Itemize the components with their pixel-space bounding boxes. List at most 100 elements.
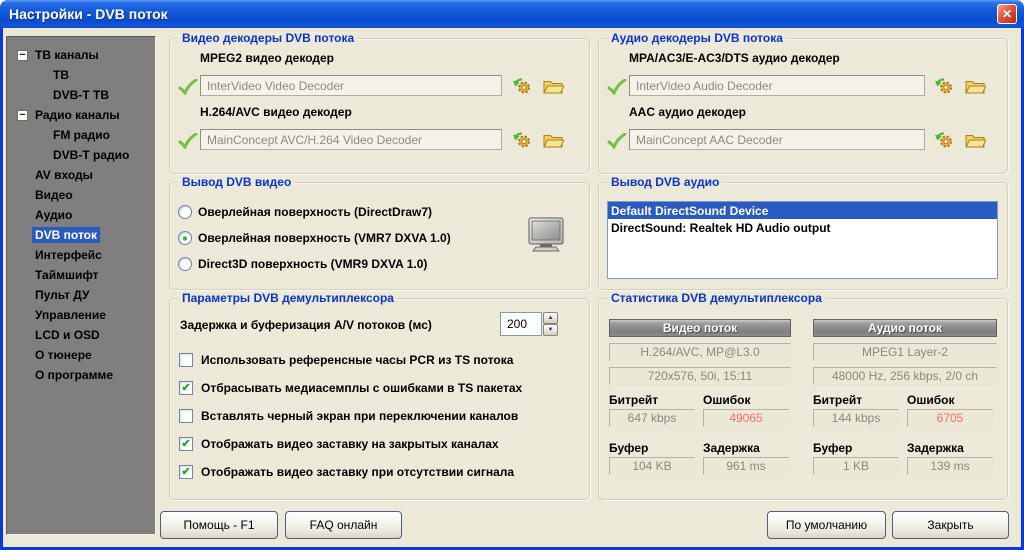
checkbox-icon [179,409,193,423]
select-decoder-gears-icon[interactable] [933,75,954,95]
audio-output-group: Вывод DVB аудио Default DirectSound Devi… [598,182,1008,290]
decoder-ok-icon [607,79,627,95]
sidebar-item-dvbt-radio[interactable]: DVB-T радио [7,145,155,165]
sidebar-item-audio[interactable]: Аудио [7,205,155,225]
titlebar[interactable]: Настройки - DVB поток ✕ [0,0,1024,28]
sidebar-item-interface[interactable]: Интерфейс [7,245,155,265]
sidebar-item-tv[interactable]: ТВ [7,65,155,85]
sidebar-item-label: ТВ каналы [32,47,102,63]
video-delay-value: 961 ms [703,457,789,475]
monitor-icon [526,215,566,255]
video-bitrate-label: Битрейт [609,393,658,407]
checkbox-black-screen[interactable]: Вставлять черный экран при переключении … [179,409,518,423]
sidebar-item-video[interactable]: Видео [7,185,155,205]
sidebar-item-label: ТВ [50,67,72,83]
tree-collapse-icon[interactable]: − [17,110,28,121]
video-errors-label: Ошибок [703,393,750,407]
audio-device-listbox: Default DirectSound Device DirectSound: … [607,201,998,279]
radio-icon [178,257,192,271]
audio-errors-value: 6705 [907,409,993,427]
video-format-value: 720x576, 50i, 15:11 [609,367,791,385]
close-button[interactable]: Закрыть [892,511,1009,539]
sidebar-item-timeshift[interactable]: Таймшифт [7,265,155,285]
sidebar-item-label: Таймшифт [32,267,102,283]
group-title: Статистика DVB демультиплексора [607,291,826,305]
sidebar-item-about-tuner[interactable]: О тюнере [7,345,155,365]
browse-folder-icon[interactable] [543,131,564,151]
settings-window: Настройки - DVB поток ✕ −ТВ каналы ТВ DV… [0,0,1024,550]
sidebar-item-control[interactable]: Управление [7,305,155,325]
sidebar-item-label: Радио каналы [32,107,123,123]
h264-decoder-label: H.264/AVC видео декодер [200,105,352,119]
sidebar-item-label: Пульт ДУ [32,287,92,303]
aac-decoder-label: AAC аудио декодер [629,105,746,119]
mpeg2-decoder-label: MPEG2 видео декодер [200,51,334,65]
aac-decoder-field[interactable]: MainConcept AAC Decoder [629,129,925,150]
browse-folder-icon[interactable] [965,131,986,151]
help-button[interactable]: Помощь - F1 [160,511,278,539]
checkbox-icon-checked: ✔ [179,465,193,479]
video-decoders-group: Видео декодеры DVB потока MPEG2 видео де… [169,38,590,174]
sidebar-item-about-program[interactable]: О программе [7,365,155,385]
sidebar-item-label-selected: DVB поток [32,227,100,243]
select-decoder-gears-icon[interactable] [933,129,954,149]
checkbox-icon-checked: ✔ [179,437,193,451]
radio-vmr7-dxva[interactable]: ● Оверлейная поверхность (VMR7 DXVA 1.0) [178,231,451,245]
mpa-decoder-label: MPA/AC3/E-AC3/DTS аудио декодер [629,51,840,65]
video-codec-value: H.264/AVC, MP@L3.0 [609,343,791,361]
tree-collapse-icon[interactable]: − [17,50,28,61]
audio-delay-value: 139 ms [907,457,993,475]
settings-nav-tree: −ТВ каналы ТВ DVB-T ТВ −Радио каналы FM … [6,36,156,535]
sidebar-item-label: Управление [32,307,109,323]
browse-folder-icon[interactable] [965,77,986,97]
checkbox-drop-bad-samples[interactable]: ✔ Отбрасывать медиасемплы с ошибками в T… [179,381,522,395]
demux-stats-group: Статистика DVB демультиплексора Видео по… [598,298,1008,500]
sidebar-item-dvbt-tv[interactable]: DVB-T ТВ [7,85,155,105]
sidebar-item-label: Видео [32,187,76,203]
sidebar-item-tv-channels[interactable]: −ТВ каналы [7,45,155,65]
group-title: Видео декодеры DVB потока [178,31,358,45]
radio-icon-selected: ● [178,231,192,245]
mpa-decoder-field[interactable]: InterVideo Audio Decoder [629,75,925,96]
sidebar-item-remote[interactable]: Пульт ДУ [7,285,155,305]
sidebar-item-fm-radio[interactable]: FM радио [7,125,155,145]
decoder-ok-icon [178,79,198,95]
group-title: Параметры DVB демультиплексора [178,291,398,305]
sidebar-item-label: FM радио [50,127,113,143]
list-item-realtek-hd[interactable]: DirectSound: Realtek HD Audio output [608,219,997,236]
select-decoder-gears-icon[interactable] [511,75,532,95]
sidebar-item-lcd-osd[interactable]: LCD и OSD [7,325,155,345]
sidebar-item-label: DVB-T ТВ [50,87,112,103]
video-output-group: Вывод DVB видео Оверлейная поверхность (… [169,182,590,290]
audio-decoders-group: Аудио декодеры DVB потока MPA/AC3/E-AC3/… [598,38,1008,174]
checkbox-icon [179,353,193,367]
defaults-button[interactable]: По умолчанию [767,511,886,539]
delay-input[interactable]: 200 [500,312,542,336]
close-icon[interactable]: ✕ [997,4,1017,24]
mpeg2-decoder-field[interactable]: InterVideo Video Decoder [200,75,502,96]
audio-codec-value: MPEG1 Layer-2 [813,343,997,361]
sidebar-item-dvb-stream[interactable]: DVB поток [7,225,155,245]
faq-online-button[interactable]: FAQ онлайн [285,511,402,539]
sidebar-item-label: DVB-T радио [50,147,132,163]
checkbox-splash-closed-channels[interactable]: ✔ Отображать видео заставку на закрытых … [179,437,499,451]
checkbox-splash-no-signal[interactable]: ✔ Отображать видео заставку при отсутств… [179,465,514,479]
audio-delay-label: Задержка [907,441,964,455]
audio-buffer-value: 1 KB [813,457,899,475]
list-item-default-directsound[interactable]: Default DirectSound Device [608,202,997,219]
spin-up-icon[interactable]: ▲ [543,312,558,324]
checkbox-pcr-clock[interactable]: Использовать референсные часы PCR из TS … [179,353,513,367]
radio-direct3d-vmr9[interactable]: Direct3D поверхность (VMR9 DXVA 1.0) [178,257,427,271]
sidebar-item-av-inputs[interactable]: AV входы [7,165,155,185]
browse-folder-icon[interactable] [543,77,564,97]
audio-bitrate-value: 144 kbps [813,409,899,427]
decoder-ok-icon [607,133,627,149]
video-delay-label: Задержка [703,441,760,455]
sidebar-item-radio-channels[interactable]: −Радио каналы [7,105,155,125]
sidebar-item-label: AV входы [32,167,96,183]
select-decoder-gears-icon[interactable] [511,129,532,149]
radio-directdraw7[interactable]: Оверлейная поверхность (DirectDraw7) [178,205,432,219]
spin-down-icon[interactable]: ▼ [543,324,558,336]
h264-decoder-field[interactable]: MainConcept AVC/H.264 Video Decoder [200,129,502,150]
audio-stream-header: Аудио поток [813,319,997,337]
